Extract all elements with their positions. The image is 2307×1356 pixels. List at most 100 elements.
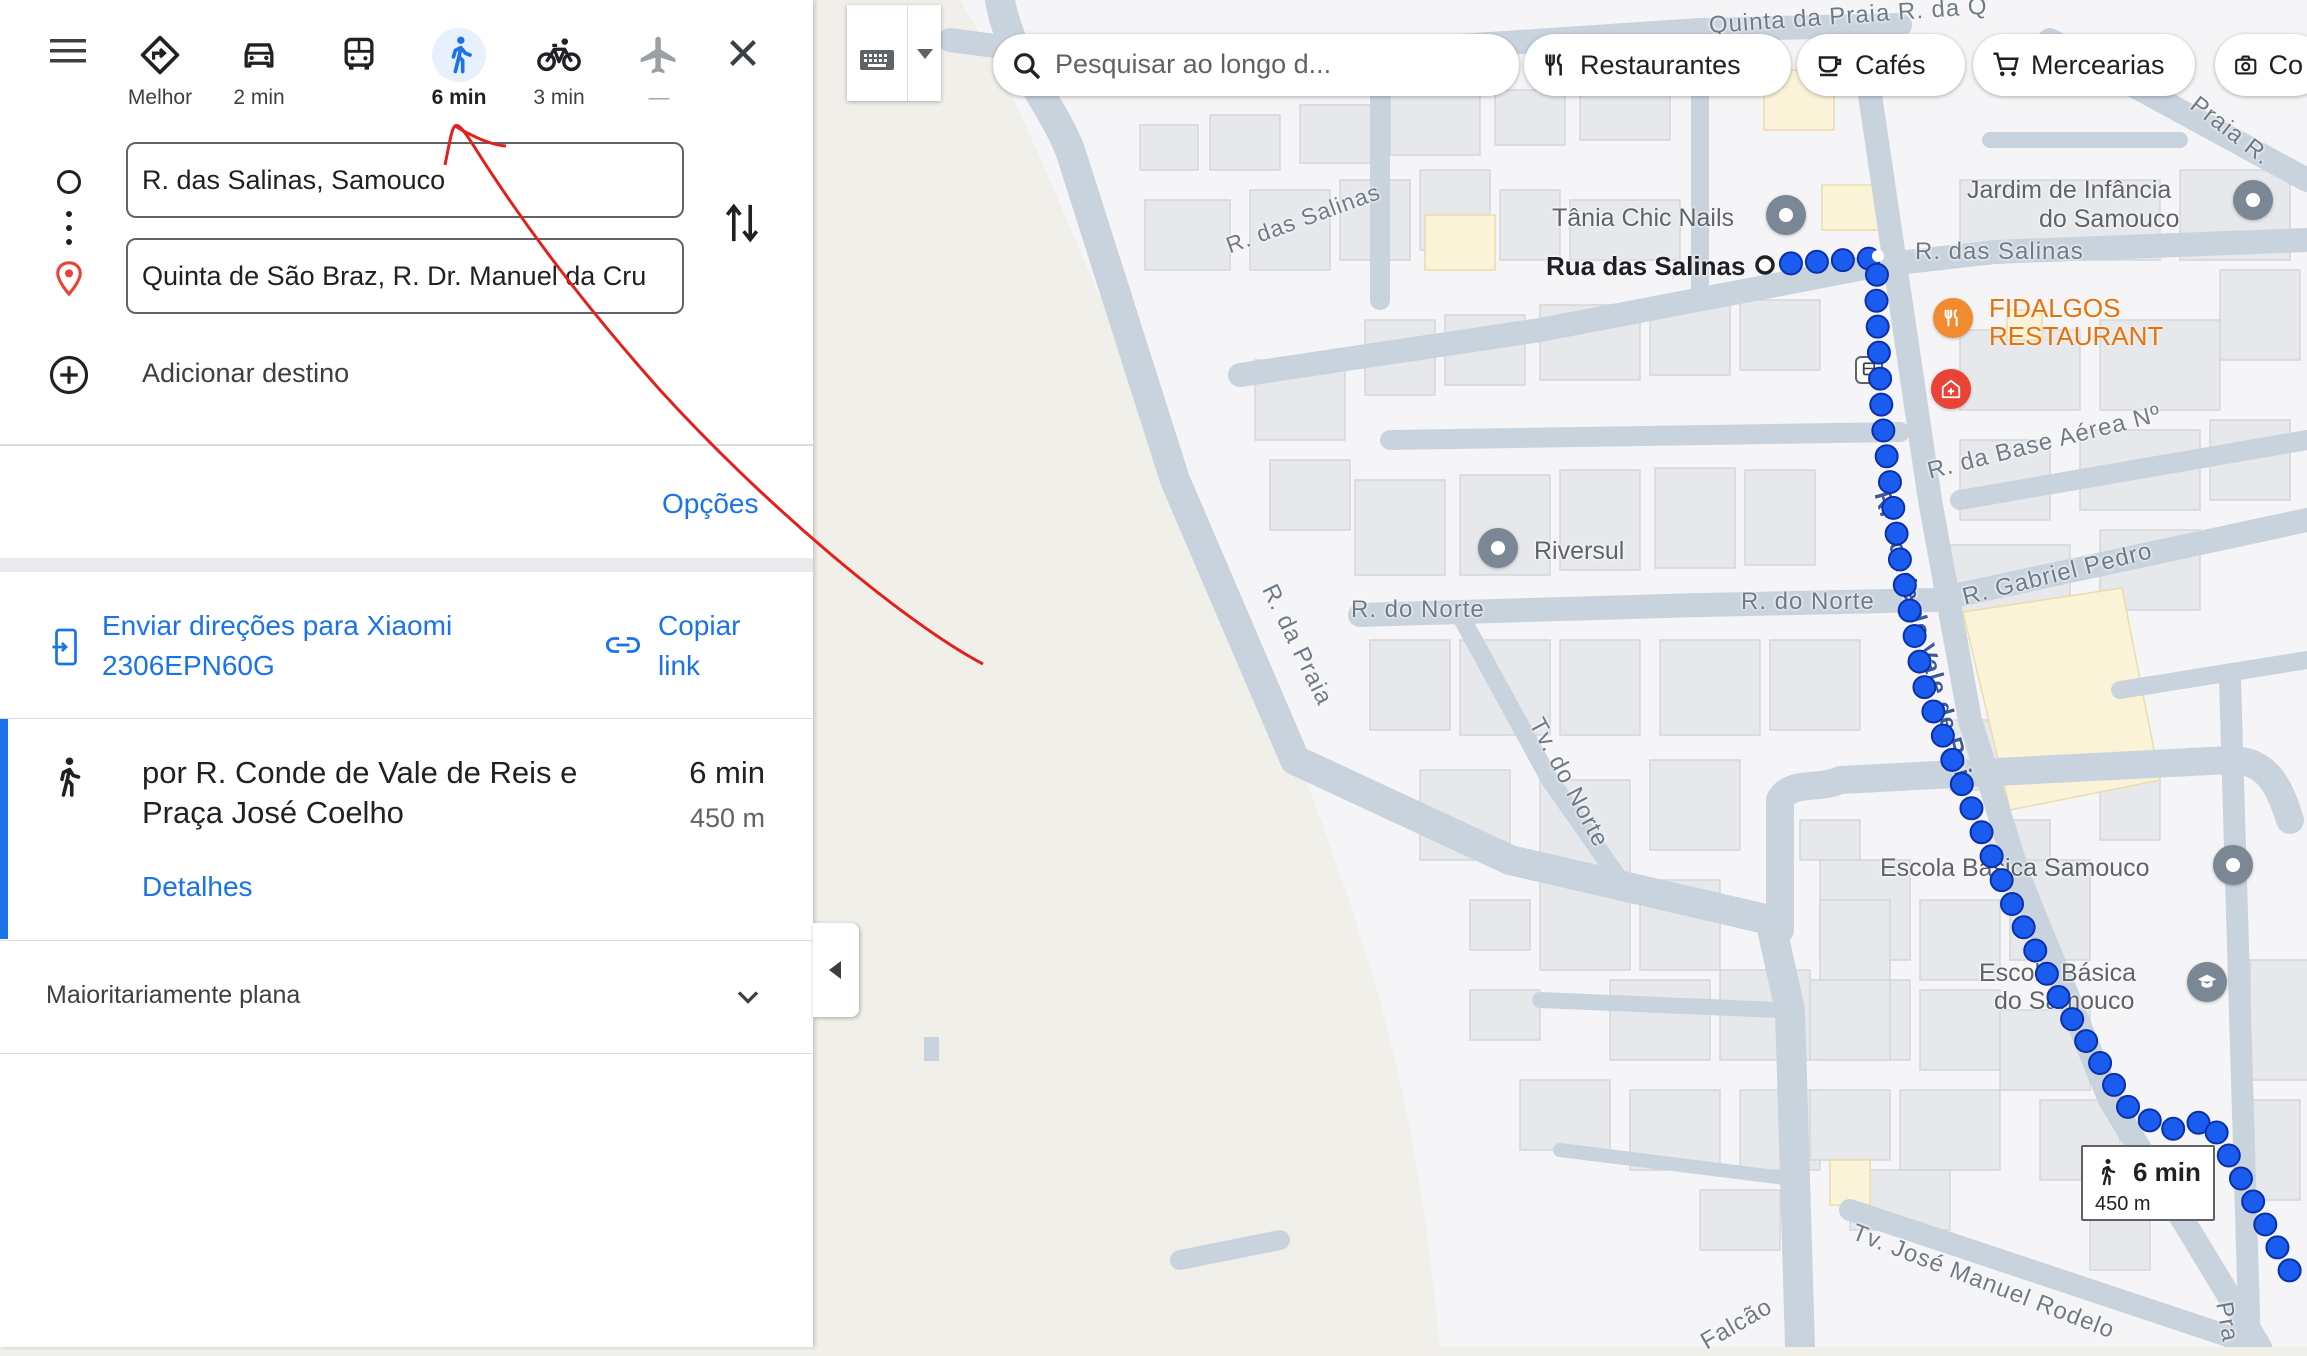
directions-panel: Melhor 2 min 6 min 3 min — R. das Salina… xyxy=(0,0,813,1347)
menu-icon xyxy=(50,39,86,63)
elevation-label: Maioritariamente plana xyxy=(46,981,301,1009)
route-dot xyxy=(1940,747,1965,772)
keyboard-divider xyxy=(907,5,908,101)
chip-label: Mercearias xyxy=(2031,49,2165,80)
route-dot xyxy=(1921,699,1946,724)
add-circle-icon xyxy=(49,355,89,395)
route-dot xyxy=(1907,649,1932,674)
bike-icon xyxy=(537,38,581,72)
map-canvas[interactable]: R. das Salinas R. das Salinas R. da Base… xyxy=(813,0,2307,1355)
route-duration-badge[interactable]: 6 min 450 m xyxy=(2081,1145,2215,1221)
chip-cafes[interactable]: Cafés xyxy=(1797,34,1965,96)
keyboard-icon xyxy=(860,50,894,70)
route-dot xyxy=(1930,723,1955,748)
search-icon xyxy=(1014,53,1041,80)
route-dot xyxy=(1989,868,2014,893)
add-destination[interactable]: Adicionar destino xyxy=(48,352,468,398)
mode-best[interactable]: Melhor xyxy=(117,28,203,110)
route-dot xyxy=(2265,1235,2290,1260)
directions-icon xyxy=(140,35,180,75)
send-to-phone-icon xyxy=(52,628,77,666)
send-directions-line1: Enviar direções para Xiaomi xyxy=(102,610,453,641)
elevation-row[interactable]: Maioritariamente plana xyxy=(0,941,813,1053)
route-distance: 450 m xyxy=(689,803,765,833)
route-dot xyxy=(1881,495,1906,520)
cart-icon xyxy=(1993,52,2019,76)
bus-icon xyxy=(344,37,374,70)
chip-groceries[interactable]: Mercearias xyxy=(1973,34,2195,96)
route-dot xyxy=(2228,1166,2253,1191)
destination-input[interactable]: Quinta de São Braz, R. Dr. Manuel da Cru xyxy=(126,238,684,314)
keyboard-button[interactable] xyxy=(847,5,941,101)
walk-icon xyxy=(2101,1159,2116,1186)
route-dot xyxy=(1897,598,1922,623)
route-dot xyxy=(2060,1007,2085,1032)
coffee-icon xyxy=(1818,56,1842,77)
chip-more[interactable]: Co xyxy=(2215,34,2307,96)
restaurant-icon xyxy=(1545,53,1562,76)
route-dot xyxy=(2116,1094,2141,1119)
route-dot xyxy=(2137,1108,2162,1133)
route-dot xyxy=(2277,1258,2302,1283)
mode-walk[interactable]: 6 min xyxy=(416,28,502,110)
route-dot xyxy=(1902,624,1927,649)
caret-left-icon xyxy=(829,961,841,979)
mode-best-label: Melhor xyxy=(127,86,193,109)
origin-circle-icon xyxy=(57,170,81,194)
route-dot xyxy=(1877,470,1902,495)
route-start-marker xyxy=(1755,255,1775,275)
route-dot xyxy=(2011,915,2036,940)
copy-link-line1: Copiar xyxy=(658,610,741,641)
route-dot xyxy=(1892,572,1917,597)
route-dot xyxy=(1887,547,1912,572)
route-dot xyxy=(2046,985,2071,1010)
route-dot xyxy=(1865,314,1890,339)
map-search-box[interactable]: Pesquisar ao longo d... xyxy=(993,34,1519,96)
swap-button[interactable] xyxy=(722,200,766,250)
collapse-panel-button[interactable] xyxy=(813,923,859,1017)
airplane-icon xyxy=(640,36,676,74)
badge-distance: 450 m xyxy=(2095,1193,2151,1215)
details-link[interactable]: Detalhes xyxy=(142,871,253,903)
options-link[interactable]: Opções xyxy=(662,488,759,520)
route-dot xyxy=(1864,288,1889,313)
route-dot xyxy=(2023,938,2048,963)
route-dot xyxy=(2000,892,2025,917)
origin-input[interactable]: R. das Salinas, Samouco xyxy=(126,142,684,218)
badge-duration: 6 min xyxy=(2133,1157,2201,1187)
route-dot xyxy=(2241,1189,2266,1214)
route-dot xyxy=(2161,1116,2186,1141)
route-dot xyxy=(1778,251,1803,276)
route-dot xyxy=(2074,1029,2099,1054)
route-duration: 6 min xyxy=(689,755,765,790)
mode-car[interactable]: 2 min xyxy=(216,28,302,110)
route-card[interactable]: por R. Conde de Vale de Reis e Praça Jos… xyxy=(0,719,813,939)
mode-bike[interactable]: 3 min xyxy=(516,28,602,110)
send-directions-button[interactable]: Enviar direções para Xiaomi 2306EPN60G xyxy=(48,606,488,686)
caret-down-icon xyxy=(917,49,933,59)
car-icon xyxy=(244,43,274,68)
camera-icon xyxy=(2235,55,2257,75)
chip-restaurants[interactable]: Restaurantes xyxy=(1524,34,1791,96)
copy-link-button[interactable]: Copiar link xyxy=(604,606,764,686)
more-vert-icon xyxy=(66,211,72,245)
route-dot xyxy=(1866,340,1891,365)
close-button[interactable] xyxy=(720,30,766,76)
route-dot xyxy=(1969,820,1994,845)
route-dot xyxy=(1864,262,1889,287)
mode-transit[interactable] xyxy=(316,28,402,86)
chip-label: Co xyxy=(2268,49,2303,80)
mode-flight[interactable]: — xyxy=(616,28,702,110)
route-dot xyxy=(2216,1143,2241,1168)
chip-label: Cafés xyxy=(1855,49,1926,80)
route-dot xyxy=(1912,675,1937,700)
menu-button[interactable] xyxy=(48,35,94,71)
copy-link-line2: link xyxy=(658,650,701,681)
route-dot xyxy=(1830,248,1855,273)
route-dot xyxy=(1868,366,1893,391)
route-dot xyxy=(1959,796,1984,821)
destination-pin-icon xyxy=(56,261,82,297)
route-dot xyxy=(2204,1120,2229,1145)
route-dot xyxy=(1979,844,2004,869)
chevron-down-icon xyxy=(737,991,759,1004)
